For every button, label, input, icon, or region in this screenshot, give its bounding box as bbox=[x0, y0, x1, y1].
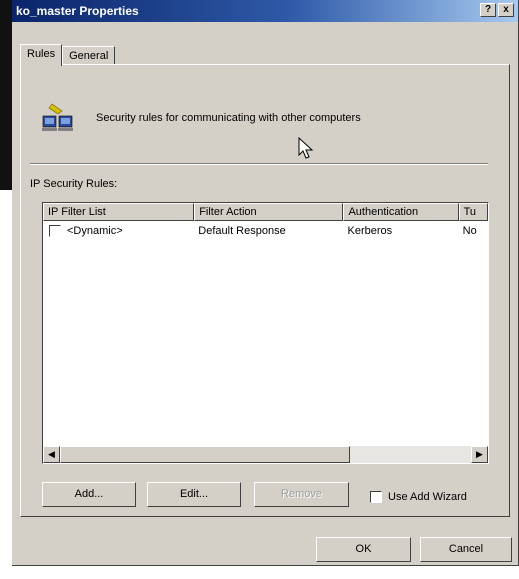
background-strip bbox=[0, 566, 519, 579]
tab-general[interactable]: General bbox=[62, 46, 116, 64]
cancel-button[interactable]: Cancel bbox=[420, 537, 512, 562]
header-description: Security rules for communicating with ot… bbox=[96, 112, 361, 124]
close-button[interactable]: x bbox=[498, 3, 514, 17]
window-title: ko_master Properties bbox=[16, 4, 139, 18]
cell-authentication: Kerberos bbox=[347, 225, 393, 237]
title-bar[interactable]: ko_master Properties ? x bbox=[12, 0, 518, 22]
mouse-cursor-icon bbox=[298, 137, 314, 159]
column-tunnel[interactable]: Tu bbox=[458, 203, 488, 221]
edit-button[interactable]: Edit... bbox=[147, 482, 241, 507]
remove-button[interactable]: Remove bbox=[254, 482, 349, 507]
list-header: IP Filter List Filter Action Authenticat… bbox=[43, 203, 488, 221]
security-rules-icon bbox=[42, 103, 73, 131]
scroll-thumb[interactable] bbox=[60, 446, 350, 463]
cell-filter-action: Default Response bbox=[198, 225, 286, 237]
wizard-label: Use Add Wizard bbox=[388, 491, 467, 503]
wizard-checkbox[interactable] bbox=[370, 491, 382, 503]
separator bbox=[30, 163, 488, 165]
tab-rules[interactable]: Rules bbox=[20, 44, 63, 66]
column-ip-filter-list[interactable]: IP Filter List bbox=[43, 203, 195, 221]
cell-tunnel: No bbox=[462, 225, 477, 237]
use-add-wizard[interactable]: Use Add Wizard bbox=[370, 491, 467, 503]
ip-security-rules-label: IP Security Rules: bbox=[30, 178, 118, 190]
background-edge bbox=[0, 0, 12, 190]
help-button[interactable]: ? bbox=[480, 3, 496, 17]
scroll-track[interactable] bbox=[350, 446, 471, 463]
add-button[interactable]: Add... bbox=[42, 482, 136, 507]
ok-button[interactable]: OK bbox=[316, 537, 411, 562]
rule-checkbox[interactable] bbox=[49, 225, 61, 238]
cell-ip-filter: <Dynamic> bbox=[67, 224, 123, 237]
column-authentication[interactable]: Authentication bbox=[343, 203, 459, 221]
scroll-left-icon[interactable]: ◀ bbox=[43, 446, 60, 463]
column-filter-action[interactable]: Filter Action bbox=[194, 203, 344, 221]
scroll-right-icon[interactable]: ▶ bbox=[471, 446, 488, 463]
horizontal-scrollbar[interactable]: ◀ ▶ bbox=[43, 446, 488, 463]
table-row[interactable]: <Dynamic> Default Response Kerberos No bbox=[43, 221, 488, 241]
rules-list[interactable]: IP Filter List Filter Action Authenticat… bbox=[42, 202, 489, 464]
